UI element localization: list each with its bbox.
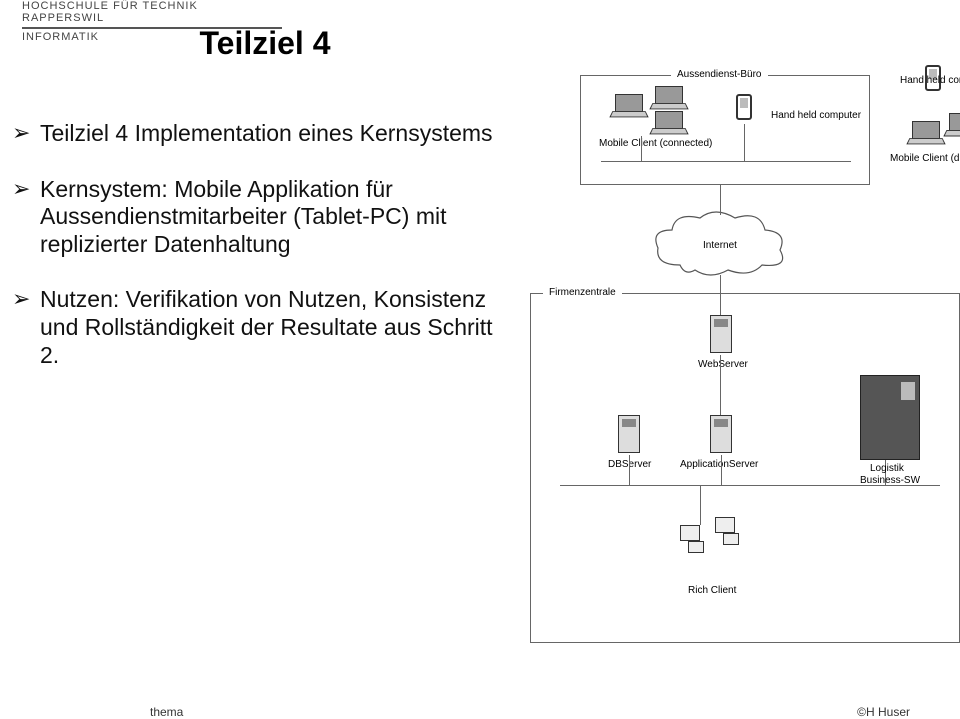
bullet-text: Kernsystem: Mobile Applikation für Ausse… [40,176,512,259]
pc-icon [715,517,743,545]
appserver-label: ApplicationServer [680,459,758,470]
handheld-label: Hand held computer [771,110,861,121]
laptop-icon [651,86,685,110]
internet-cloud: Internet [650,210,790,280]
bullet-item: ➢ Teilziel 4 Implementation eines Kernsy… [12,120,512,148]
connector-line [721,455,722,485]
bullet-marker-icon: ➢ [12,120,40,146]
connector-line [720,355,721,419]
header-line-1: HOCHSCHULE FÜR TECHNIK [22,0,282,12]
richclient-label: Rich Client [688,585,736,596]
logistik-label-2: Business-SW [860,475,920,486]
connector-line [720,275,721,315]
laptop-icon [908,121,942,145]
laptop-icon [945,113,960,137]
pc-icon [680,525,708,553]
aussendienst-label: Aussendienst-Büro [671,69,768,80]
footer-left: thema [150,705,183,719]
firmenzentrale-label: Firmenzentrale [543,287,622,298]
slide-title: Teilziel 4 [0,25,530,62]
logistik-label-1: Logistik [870,463,904,474]
laptop-icon [651,111,685,135]
server-icon [710,415,732,453]
connector-line [641,136,642,161]
connector-line [744,124,745,161]
mobile-disconn-label: Mobile Client (disconne [890,153,960,164]
aussendienst-box: Aussendienst-Büro Mobile Client (connect… [580,75,870,185]
server-icon [710,315,732,353]
connector-line [720,185,721,215]
connector-line [601,161,851,162]
bullet-list: ➢ Teilziel 4 Implementation eines Kernsy… [12,120,512,397]
bullet-text: Nutzen: Verifikation von Nutzen, Konsist… [40,286,512,369]
bullet-marker-icon: ➢ [12,176,40,202]
network-diagram: Aussendienst-Büro Mobile Client (connect… [530,75,960,675]
mainframe-icon [860,375,920,460]
connector-line [629,455,630,485]
internet-label: Internet [650,240,790,251]
server-icon [618,415,640,453]
handheld2-label: Hand held computer [900,75,960,86]
bullet-item: ➢ Kernsystem: Mobile Applikation für Aus… [12,176,512,259]
bullet-item: ➢ Nutzen: Verifikation von Nutzen, Konsi… [12,286,512,369]
mobile-connected-label: Mobile Client (connected) [599,138,712,149]
header-line-2: RAPPERSWIL [22,12,282,24]
laptop-icon [611,94,645,118]
webserver-label: WebServer [698,359,748,370]
bullet-text: Teilziel 4 Implementation eines Kernsyst… [40,120,512,148]
footer-right: ©H Huser [857,705,910,719]
bullet-marker-icon: ➢ [12,286,40,312]
handheld-icon [736,94,752,120]
connector-line [700,485,701,525]
